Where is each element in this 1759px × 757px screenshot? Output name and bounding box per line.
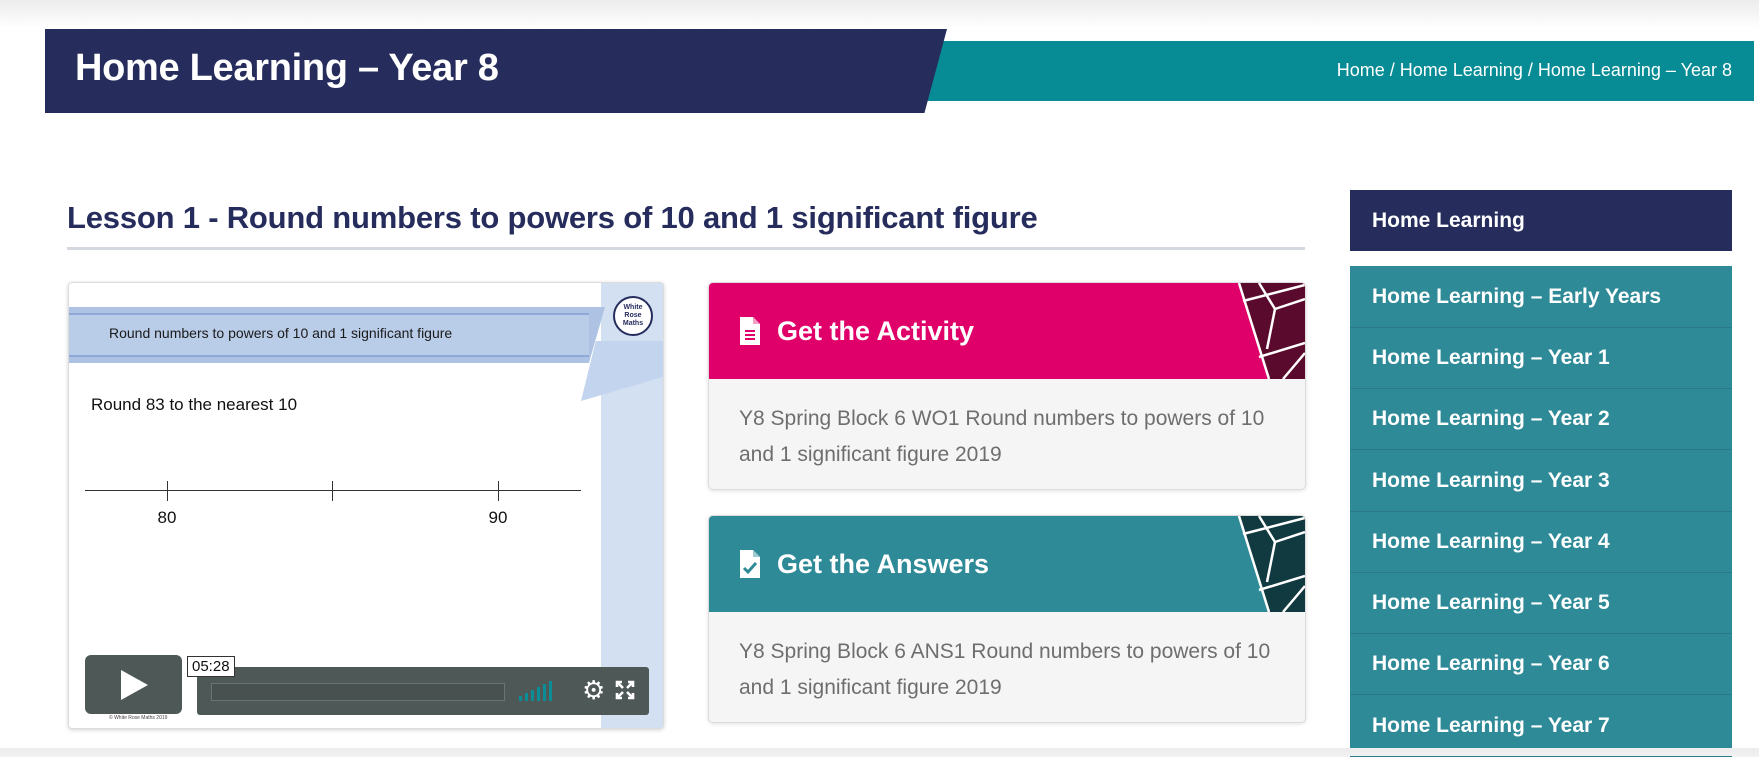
sidebar-item-year-5[interactable]: Home Learning – Year 5 <box>1350 572 1732 634</box>
activity-card-header[interactable]: Get the Activity <box>709 283 1305 379</box>
breadcrumb-separator: / <box>1389 60 1395 80</box>
video-duration: 05:28 <box>187 656 235 677</box>
fullscreen-icon[interactable] <box>615 680 635 700</box>
number-line-axis <box>85 490 581 491</box>
slide-question: Round 83 to the nearest 10 <box>91 395 298 414</box>
breadcrumb-home-learning-link[interactable]: Home Learning <box>1400 60 1523 80</box>
video-player[interactable]: Round numbers to powers of 10 and 1 sign… <box>68 282 664 729</box>
lesson-title-divider <box>67 247 1305 250</box>
slide-heading-banner: Round numbers to powers of 10 and 1 sign… <box>69 307 605 363</box>
breadcrumb-separator: / <box>1527 60 1533 80</box>
page-title: Home Learning – Year 8 <box>75 47 499 89</box>
checked-document-icon <box>740 550 760 578</box>
number-line: 80 90 <box>85 477 581 527</box>
card-decoration <box>1237 283 1305 379</box>
number-line-tick <box>332 481 333 501</box>
answers-card-header[interactable]: Get the Answers <box>709 516 1305 612</box>
breadcrumb: Home / Home Learning / Home Learning – Year … <box>1337 60 1732 81</box>
number-line-label: 80 <box>157 508 177 527</box>
play-button[interactable] <box>85 655 182 714</box>
video-control-bar: ⚙ <box>197 667 649 715</box>
sidebar-list: Home Learning – Early Years Home Learnin… <box>1350 266 1732 757</box>
answers-card-description[interactable]: Y8 Spring Block 6 ANS1 Round numbers to … <box>739 634 1279 706</box>
answers-card-title[interactable]: Get the Answers <box>777 549 989 580</box>
sidebar-item-year-6[interactable]: Home Learning – Year 6 <box>1350 633 1732 695</box>
sidebar-item-early-years[interactable]: Home Learning – Early Years <box>1350 266 1732 328</box>
sidebar-item-year-1[interactable]: Home Learning – Year 1 <box>1350 327 1732 389</box>
number-line-tick <box>167 481 168 501</box>
white-rose-maths-logo: White Rose Maths <box>613 296 653 336</box>
slide-heading: Round numbers to powers of 10 and 1 sign… <box>109 325 453 341</box>
activity-card[interactable]: Get the Activity Y8 Spring Block 6 WO1 R… <box>708 282 1306 490</box>
volume-icon[interactable] <box>519 681 552 701</box>
lesson-title: Lesson 1 - Round numbers to powers of 10… <box>67 200 1038 235</box>
sidebar-header[interactable]: Home Learning <box>1350 190 1732 251</box>
play-icon <box>120 669 148 700</box>
video-progress-bar[interactable] <box>211 683 505 701</box>
number-line-tick <box>498 481 499 501</box>
gear-icon[interactable]: ⚙ <box>582 677 605 703</box>
activity-card-description[interactable]: Y8 Spring Block 6 WO1 Round numbers to p… <box>739 401 1279 473</box>
number-line-label: 90 <box>488 508 508 527</box>
sidebar-item-year-4[interactable]: Home Learning – Year 4 <box>1350 511 1732 573</box>
sidebar-item-year-3[interactable]: Home Learning – Year 3 <box>1350 450 1732 512</box>
card-decoration <box>1237 516 1305 612</box>
activity-card-title[interactable]: Get the Activity <box>777 316 974 347</box>
document-icon <box>740 317 760 345</box>
sidebar-header-label[interactable]: Home Learning <box>1372 209 1525 233</box>
answers-card[interactable]: Get the Answers Y8 Spring Block 6 ANS1 R… <box>708 515 1306 723</box>
breadcrumb-home-link[interactable]: Home <box>1337 60 1385 80</box>
slide-copyright: © White Rose Maths 2019 <box>109 715 168 721</box>
sidebar-item-year-2[interactable]: Home Learning – Year 2 <box>1350 388 1732 450</box>
breadcrumb-current: Home Learning – Year 8 <box>1537 60 1732 80</box>
